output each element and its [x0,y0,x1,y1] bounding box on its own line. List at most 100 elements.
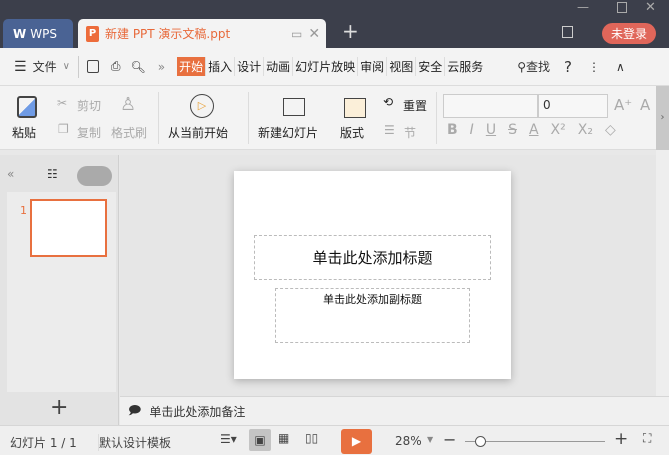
zoom-dropdown-icon[interactable]: ▼ [427,435,433,444]
play-slideshow-button[interactable]: ▶ [341,429,372,454]
wps-logo-icon: W [13,26,27,41]
close-window-icon[interactable]: ✕ [645,0,656,15]
play-icon[interactable]: ▷ [190,94,214,118]
ribbon-scroll-right[interactable]: › [656,86,669,150]
slide[interactable]: 单击此处添加标题 单击此处添加副标题 [234,171,511,379]
tab-cloud[interactable]: 云服务 [445,57,485,76]
minimize-icon[interactable]: — [577,0,589,14]
tab-security[interactable]: 安全 [416,57,446,76]
decrease-font-icon[interactable]: A [640,96,650,114]
title-bar: W WPS P 新建 PPT 演示文稿.ppt ▭ ✕ + — ✕ 未登录 [0,0,669,48]
save-icon[interactable] [86,60,99,73]
zoom-in-button[interactable]: + [614,429,628,449]
notes-area[interactable]: 🗩︎ 单击此处添加备注 [120,396,669,425]
italic-icon[interactable]: I [470,122,474,138]
pin-window-icon[interactable]: ▭ [291,27,302,41]
search-button[interactable]: 查找 [526,58,550,75]
font-name-select[interactable] [443,94,538,118]
play-from-current-button[interactable]: 从当前开始 [168,124,228,141]
slide-canvas: 单击此处添加标题 单击此处添加副标题 [120,155,656,396]
reset-icon[interactable]: ⟲ [383,95,393,109]
tab-review[interactable]: 审阅 [358,57,388,76]
clear-format-icon[interactable]: ◇ [605,122,616,138]
wps-home-tab[interactable]: W WPS [3,19,73,48]
more-options-icon[interactable]: ⋮ [588,60,600,74]
layout-button[interactable]: 版式 [340,124,364,141]
zoom-out-button[interactable]: − [443,430,456,449]
print-icon[interactable]: ⎙ [111,59,121,74]
chevron-down-icon[interactable]: ∨ [63,61,70,72]
notes-icon: 🗩︎ [128,402,142,417]
search-icon[interactable]: ⚲ [517,60,526,74]
section-button: 节 [404,126,417,140]
paste-icon[interactable] [17,96,37,118]
layout-icon[interactable] [344,98,366,118]
title-placeholder[interactable]: 单击此处添加标题 [254,235,491,280]
login-button[interactable]: 未登录 [602,23,656,44]
tab-animation[interactable]: 动画 [264,57,294,76]
bold-icon[interactable]: B [447,122,458,138]
subscript-icon[interactable]: X₂ [578,122,593,138]
font-size-select[interactable]: 0 [538,94,608,118]
tab-slideshow[interactable]: 幻灯片放映 [293,57,359,76]
outline-view-icon[interactable]: ☷ [47,167,58,181]
wps-tab-label: WPS [30,26,57,41]
tab-design[interactable]: 设计 [235,57,265,76]
slide-sorter-icon[interactable]: ▦ [278,431,289,445]
copy-button: 复制 [77,126,102,140]
menu-icon[interactable]: ☰ [14,59,27,75]
notes-placeholder: 单击此处添加备注 [149,404,246,419]
underline-icon[interactable]: U [486,122,496,138]
slide-count: 幻灯片 1 / 1 [10,436,77,450]
vertical-scrollbar[interactable]: › [656,86,669,396]
strikethrough-icon[interactable]: S [508,122,517,138]
close-tab-icon[interactable]: ✕ [308,26,320,42]
tab-insert[interactable]: 插入 [206,57,236,76]
slide-number: 1 [20,204,27,217]
collapse-ribbon-icon[interactable]: ∧ [616,60,625,74]
subtitle-placeholder[interactable]: 单击此处添加副标题 [275,288,470,343]
design-template[interactable]: 默认设计模板 [98,434,171,451]
copy-icon: ❐ [58,122,69,136]
reading-view-icon[interactable]: ▯▯ [305,431,318,445]
increase-font-icon[interactable]: A⁺ [614,96,632,114]
add-slide-button[interactable]: + [50,395,68,420]
tab-home[interactable]: 开始 [177,57,207,76]
ribbon: 粘贴 ✂ 剪切 ❐ 复制 ♙ 格式刷 ▷ 从当前开始 新建幻灯片 版式 ⟲ 重置… [0,86,656,150]
new-tab-button[interactable]: + [342,19,359,43]
section-icon: ☰ [384,123,395,137]
slides-view-toggle[interactable] [77,166,112,186]
font-color-icon[interactable]: A [529,122,539,138]
reset-button[interactable]: 重置 [403,97,427,114]
notes-toggle-icon[interactable]: ☰▾ [220,432,237,446]
new-slide-icon[interactable] [283,98,305,116]
status-bar: 幻灯片 1 / 1 默认设计模板 ☰▾ ▣ ▦ ▯▯ ▶ 28% ▼ − + ⛶ [0,425,669,455]
superscript-icon[interactable]: X² [551,122,566,138]
maximize-icon[interactable] [617,2,627,13]
slide-thumbnails: 1 [7,192,116,392]
new-slide-button[interactable]: 新建幻灯片 [258,124,318,141]
zoom-level[interactable]: 28% [395,434,422,448]
slide-thumbnail[interactable] [30,199,107,257]
format-painter-button: 格式刷 [111,126,148,140]
paste-button[interactable]: 粘贴 [12,124,36,141]
cut-button: 剪切 [77,99,102,113]
print-preview-icon[interactable]: 🔍︎ [131,60,146,74]
tab-view[interactable]: 视图 [387,57,417,76]
fit-window-icon[interactable]: ⛶ [643,431,651,446]
window-layout-icon[interactable] [562,26,573,38]
subtitle-placeholder-text: 单击此处添加副标题 [323,293,422,306]
collapse-pane-icon[interactable]: « [7,167,14,181]
title-placeholder-text: 单击此处添加标题 [312,249,433,267]
file-menu[interactable]: 文件 [33,58,57,75]
ppt-file-icon: P [86,25,99,42]
more-icon[interactable]: » [158,60,165,74]
document-tab[interactable]: P 新建 PPT 演示文稿.ppt ▭ ✕ [78,19,326,48]
zoom-slider[interactable] [465,436,605,447]
document-tab-label: 新建 PPT 演示文稿.ppt [105,27,231,41]
zoom-slider-handle[interactable] [475,436,486,447]
format-painter-icon: ♙ [120,94,137,115]
help-button[interactable]: ? [564,58,572,76]
divider [77,55,79,78]
normal-view-icon[interactable]: ▣ [249,429,271,451]
